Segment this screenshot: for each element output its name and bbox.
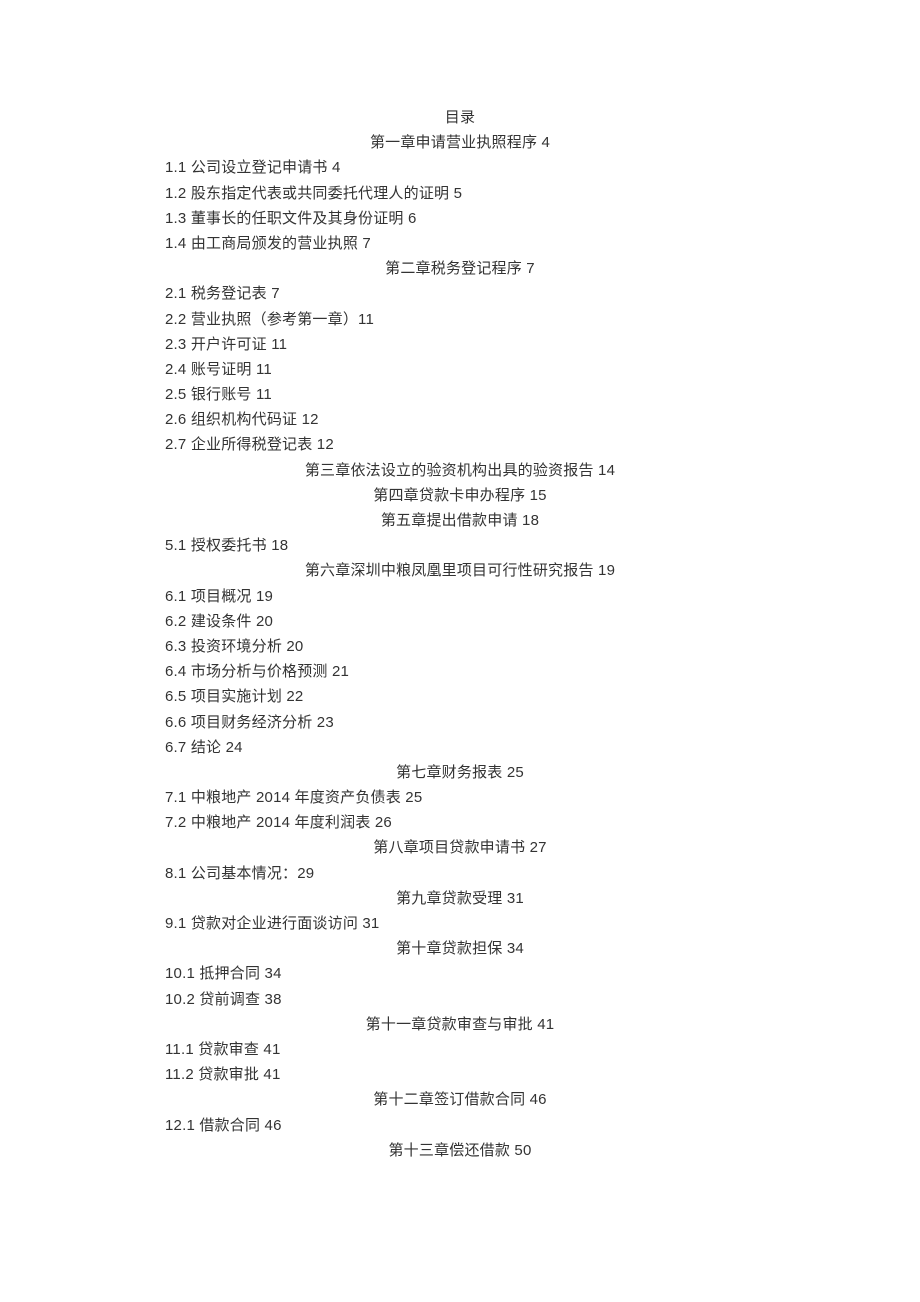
toc-entry: 6.3 投资环境分析 20 xyxy=(165,634,755,659)
toc-chapter: 第八章项目贷款申请书 27 xyxy=(165,835,755,860)
toc-entry: 2.4 账号证明 11 xyxy=(165,357,755,382)
document-page: 目录 第一章申请营业执照程序 41.1 公司设立登记申请书 41.2 股东指定代… xyxy=(0,0,920,1263)
toc-entry: 9.1 贷款对企业进行面谈访问 31 xyxy=(165,911,755,936)
toc-entry: 6.5 项目实施计划 22 xyxy=(165,684,755,709)
toc-chapter: 第九章贷款受理 31 xyxy=(165,886,755,911)
toc-chapter: 第十章贷款担保 34 xyxy=(165,936,755,961)
toc-entry: 10.2 贷前调查 38 xyxy=(165,987,755,1012)
toc-chapter: 第五章提出借款申请 18 xyxy=(165,508,755,533)
toc-entry: 8.1 公司基本情况：29 xyxy=(165,861,755,886)
toc-entry: 7.2 中粮地产 2014 年度利润表 26 xyxy=(165,810,755,835)
toc-entry: 2.6 组织机构代码证 12 xyxy=(165,407,755,432)
toc-body: 第一章申请营业执照程序 41.1 公司设立登记申请书 41.2 股东指定代表或共… xyxy=(165,130,755,1163)
toc-entry: 6.4 市场分析与价格预测 21 xyxy=(165,659,755,684)
toc-entry: 1.1 公司设立登记申请书 4 xyxy=(165,155,755,180)
toc-entry: 2.3 开户许可证 11 xyxy=(165,332,755,357)
toc-entry: 2.7 企业所得税登记表 12 xyxy=(165,432,755,457)
toc-chapter: 第一章申请营业执照程序 4 xyxy=(165,130,755,155)
toc-title: 目录 xyxy=(165,105,755,130)
toc-chapter: 第十一章贷款审查与审批 41 xyxy=(165,1012,755,1037)
toc-entry: 11.2 贷款审批 41 xyxy=(165,1062,755,1087)
toc-entry: 5.1 授权委托书 18 xyxy=(165,533,755,558)
toc-entry: 7.1 中粮地产 2014 年度资产负债表 25 xyxy=(165,785,755,810)
toc-entry: 10.1 抵押合同 34 xyxy=(165,961,755,986)
toc-entry: 2.2 营业执照（参考第一章）11 xyxy=(165,307,755,332)
toc-entry: 11.1 贷款审查 41 xyxy=(165,1037,755,1062)
toc-entry: 1.3 董事长的任职文件及其身份证明 6 xyxy=(165,206,755,231)
toc-chapter: 第七章财务报表 25 xyxy=(165,760,755,785)
toc-entry: 12.1 借款合同 46 xyxy=(165,1113,755,1138)
toc-chapter: 第十三章偿还借款 50 xyxy=(165,1138,755,1163)
toc-chapter: 第十二章签订借款合同 46 xyxy=(165,1087,755,1112)
toc-entry: 2.5 银行账号 11 xyxy=(165,382,755,407)
toc-chapter: 第三章依法设立的验资机构出具的验资报告 14 xyxy=(165,458,755,483)
toc-entry: 1.2 股东指定代表或共同委托代理人的证明 5 xyxy=(165,181,755,206)
toc-chapter: 第四章贷款卡申办程序 15 xyxy=(165,483,755,508)
toc-entry: 1.4 由工商局颁发的营业执照 7 xyxy=(165,231,755,256)
toc-chapter: 第六章深圳中粮凤凰里项目可行性研究报告 19 xyxy=(165,558,755,583)
toc-entry: 6.7 结论 24 xyxy=(165,735,755,760)
toc-entry: 6.6 项目财务经济分析 23 xyxy=(165,710,755,735)
toc-chapter: 第二章税务登记程序 7 xyxy=(165,256,755,281)
toc-entry: 6.1 项目概况 19 xyxy=(165,584,755,609)
toc-entry: 2.1 税务登记表 7 xyxy=(165,281,755,306)
toc-entry: 6.2 建设条件 20 xyxy=(165,609,755,634)
